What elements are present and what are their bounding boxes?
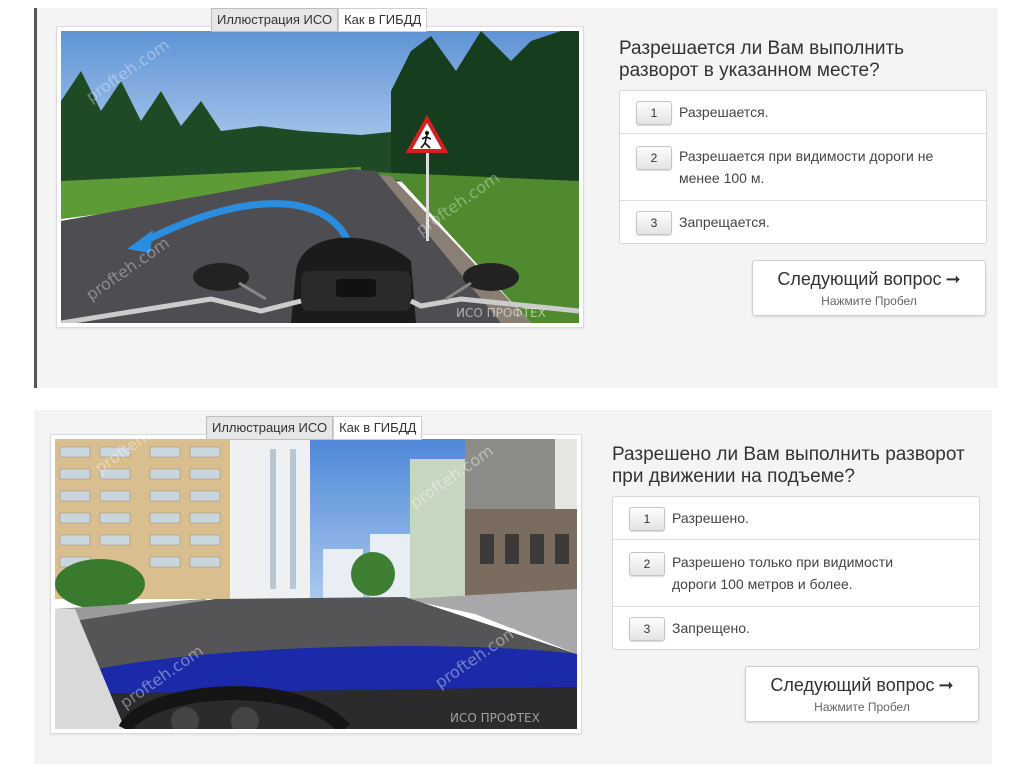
answer-text: Разрешено. [672,510,749,526]
question-illustration: profteh.com profteh.com profteh.com ИСО … [56,26,584,328]
next-question-button[interactable]: Следующий вопрос ➞ Нажмите Пробел [745,666,979,722]
next-hint: Нажмите Пробел [814,700,910,714]
answers-list: 1 Разрешается. 2 Разрешается при видимос… [619,90,987,244]
tab-gibdd[interactable]: Как в ГИБДД [333,416,423,440]
answer-option-2[interactable]: 2 Разрешается при видимости дороги не ме… [620,134,986,201]
next-question-button[interactable]: Следующий вопрос ➞ Нажмите Пробел [752,260,986,316]
question-text: Разрешается ли Вам выполнить разворот в … [619,38,905,81]
answer-text: Разрешается. [679,104,769,120]
answer-number[interactable]: 1 [629,507,665,531]
answer-option-2[interactable]: 2 Разрешено только при видимости дороги … [613,540,979,607]
question-text: Разрешено ли Вам выполнить разворот при … [612,444,965,487]
answers-list: 1 Разрешено. 2 Разрешено только при види… [612,496,980,650]
watermark-brand: ИСО ПРОФТЕХ [450,711,540,725]
arrow-right-icon: ➞ [945,269,961,289]
answer-number[interactable]: 2 [636,146,672,170]
city-street-scene-image: profteh.com profteh.com profteh.com prof… [55,439,577,729]
question-illustration: profteh.com profteh.com profteh.com prof… [50,434,582,734]
answer-number[interactable]: 3 [636,211,672,235]
tab-iso-illustration[interactable]: Иллюстрация ИСО [211,8,339,32]
answer-option-3[interactable]: 3 Запрещено. [613,607,979,649]
illustration-tabs: Иллюстрация ИСО Как в ГИБДД [206,416,423,440]
answer-number[interactable]: 1 [636,101,672,125]
answer-text: Разрешается при видимости дороги не мене… [679,148,934,186]
tab-gibdd[interactable]: Как в ГИБДД [338,8,428,32]
question-card-2: Иллюстрация ИСО Как в ГИБДД profteh.com … [34,410,992,764]
answer-option-1[interactable]: 1 Разрешается. [620,91,986,134]
answer-option-1[interactable]: 1 Разрешено. [613,497,979,540]
answer-text: Разрешено только при видимости дороги 10… [672,554,894,592]
watermark-brand: ИСО ПРОФТЕХ [456,306,546,320]
question-card-1: Иллюстрация ИСО Как в ГИБДД profteh.com … [34,8,998,388]
answer-number[interactable]: 3 [629,617,665,641]
next-hint: Нажмите Пробел [821,294,917,308]
answer-text: Запрещается. [679,214,770,230]
tab-iso-illustration[interactable]: Иллюстрация ИСО [206,416,334,440]
road-scene-image: profteh.com profteh.com profteh.com ИСО … [61,31,579,323]
answer-number[interactable]: 2 [629,552,665,576]
illustration-tabs: Иллюстрация ИСО Как в ГИБДД [211,8,428,32]
answer-option-3[interactable]: 3 Запрещается. [620,201,986,243]
arrow-right-icon: ➞ [938,675,954,695]
answer-text: Запрещено. [672,620,750,636]
